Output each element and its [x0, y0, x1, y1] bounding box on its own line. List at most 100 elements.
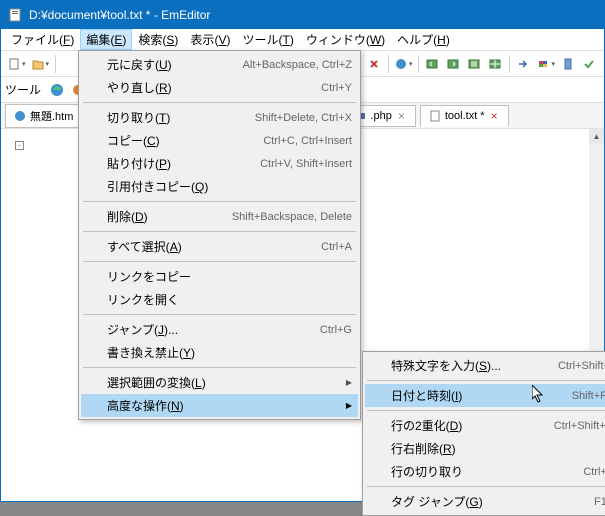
- menu-item-label: 切り取り(T): [107, 109, 235, 126]
- menu-item-label: ジャンプ(J)...: [107, 321, 300, 338]
- toolbar-separator: [509, 55, 510, 73]
- menu-shortcut: Ctrl+L: [583, 466, 605, 478]
- menu-item[interactable]: 削除(D) Shift+Backspace, Delete: [81, 205, 358, 228]
- menu-separator: [367, 486, 605, 487]
- app-icon: [7, 7, 23, 23]
- menu-item-label: コピー(C): [107, 132, 243, 149]
- menu-item[interactable]: 選択範囲の変換(L): [81, 371, 358, 394]
- ie-button[interactable]: [392, 54, 415, 74]
- menu-search[interactable]: 検索(S): [132, 29, 184, 50]
- new-file-button[interactable]: [5, 54, 28, 74]
- menu-item-label: 行の2重化(D): [391, 417, 534, 434]
- menu-shortcut: Shift+Delete, Ctrl+X: [255, 112, 352, 124]
- palette-button[interactable]: [534, 54, 557, 74]
- tab-tool[interactable]: tool.txt * ×: [420, 105, 509, 127]
- menu-item[interactable]: 日付と時刻(I) Shift+F5: [365, 384, 605, 407]
- edge-icon[interactable]: [47, 80, 67, 100]
- menu-shortcut: Ctrl+Shift+Y: [554, 420, 605, 432]
- menu-shortcut: Ctrl+A: [321, 241, 352, 253]
- menu-item-label: すべて選択(A): [107, 238, 301, 255]
- menu-shortcut: Alt+Backspace, Ctrl+Z: [243, 59, 352, 71]
- fold-toggle[interactable]: -: [15, 141, 24, 150]
- text-file-icon: [429, 110, 441, 122]
- menu-separator: [367, 380, 605, 381]
- menu-item-label: リンクを開く: [107, 291, 352, 308]
- menubar: ファイル(F) 編集(E) 検索(S) 表示(V) ツール(T) ウィンドウ(W…: [1, 29, 604, 51]
- menu-item[interactable]: 行の2重化(D) Ctrl+Shift+Y: [365, 414, 605, 437]
- toolbar-separator: [418, 55, 419, 73]
- menu-item[interactable]: 行右削除(R): [365, 437, 605, 460]
- menu-file[interactable]: ファイル(F): [5, 29, 80, 50]
- arrow-icon[interactable]: [513, 54, 533, 74]
- menu-item-label: 元に戻す(U): [107, 56, 223, 73]
- menu-help[interactable]: ヘルプ(H): [391, 29, 456, 50]
- e-globe-icon: [14, 110, 26, 122]
- menu-shortcut: Ctrl+Y: [321, 82, 352, 94]
- menu-shortcut: Ctrl+Shift+I: [558, 360, 605, 372]
- menu-window[interactable]: ウィンドウ(W): [300, 29, 391, 50]
- menu-edit[interactable]: 編集(E): [80, 29, 132, 50]
- menu-tools[interactable]: ツール(T): [236, 29, 299, 50]
- window-title: D:¥document¥tool.txt * - EmEditor: [29, 8, 210, 22]
- menu-item-label: 高度な操作(N): [107, 397, 352, 414]
- grid-icon[interactable]: [485, 54, 505, 74]
- menu-item[interactable]: リンクをコピー: [81, 265, 358, 288]
- menu-item[interactable]: 行の切り取り Ctrl+L: [365, 460, 605, 483]
- titlebar[interactable]: D:¥document¥tool.txt * - EmEditor: [1, 1, 604, 29]
- tab-untitled[interactable]: 無題.htm: [5, 104, 82, 128]
- menu-shortcut: Ctrl+V, Shift+Insert: [260, 158, 352, 170]
- menu-separator: [83, 231, 356, 232]
- menu-item-label: 貼り付け(P): [107, 155, 240, 172]
- menu-shortcut: Shift+F5: [572, 390, 605, 402]
- advanced-submenu: 特殊文字を入力(S)... Ctrl+Shift+I 日付と時刻(I) Shift+F…: [362, 351, 605, 516]
- menu-separator: [83, 201, 356, 202]
- toolbar-separator: [388, 55, 389, 73]
- menu-item[interactable]: 高度な操作(N): [81, 394, 358, 417]
- tools-label: ツール: [5, 81, 41, 98]
- menu-item[interactable]: ジャンプ(J)... Ctrl+G: [81, 318, 358, 341]
- menu-item-label: 行右削除(R): [391, 440, 605, 457]
- menu-item-label: 書き換え禁止(Y): [107, 344, 352, 361]
- edit-menu-dropdown: 元に戻す(U) Alt+Backspace, Ctrl+Z やり直し(R) Ctrl+…: [78, 50, 361, 420]
- menu-item[interactable]: 切り取り(T) Shift+Delete, Ctrl+X: [81, 106, 358, 129]
- menu-item-label: 引用付きコピー(Q): [107, 178, 352, 195]
- check-button[interactable]: [579, 54, 599, 74]
- menu-item-label: リンクをコピー: [107, 268, 352, 285]
- menu-separator: [83, 102, 356, 103]
- menu-item[interactable]: 貼り付け(P) Ctrl+V, Shift+Insert: [81, 152, 358, 175]
- menu-shortcut: Shift+Backspace, Delete: [232, 211, 352, 223]
- menu-item[interactable]: コピー(C) Ctrl+C, Ctrl+Insert: [81, 129, 358, 152]
- menu-separator: [367, 410, 605, 411]
- menu-item-label: やり直し(R): [107, 79, 301, 96]
- tab-label: tool.txt *: [445, 110, 485, 122]
- tool-icon-2[interactable]: [558, 54, 578, 74]
- menu-item[interactable]: 特殊文字を入力(S)... Ctrl+Shift+I: [365, 354, 605, 377]
- menu-item-label: 行の切り取り: [391, 463, 563, 480]
- menu-item-label: 特殊文字を入力(S)...: [391, 357, 538, 374]
- menu-item-label: 日付と時刻(I): [391, 387, 552, 404]
- menu-item[interactable]: やり直し(R) Ctrl+Y: [81, 76, 358, 99]
- tab-label: .php: [370, 110, 391, 122]
- menu-view[interactable]: 表示(V): [184, 29, 236, 50]
- scroll-up-button[interactable]: ▲: [589, 129, 604, 144]
- nav-right-button[interactable]: [443, 54, 463, 74]
- cancel-button[interactable]: [364, 54, 384, 74]
- menu-separator: [83, 261, 356, 262]
- menu-item[interactable]: 元に戻す(U) Alt+Backspace, Ctrl+Z: [81, 53, 358, 76]
- menu-shortcut: Ctrl+G: [320, 324, 352, 336]
- tab-close-button[interactable]: ×: [489, 109, 500, 123]
- menu-item[interactable]: 引用付きコピー(Q): [81, 175, 358, 198]
- menu-shortcut: Ctrl+C, Ctrl+Insert: [263, 135, 352, 147]
- nav-left-button[interactable]: [422, 54, 442, 74]
- tab-label: 無題.htm: [30, 108, 73, 124]
- menu-separator: [83, 367, 356, 368]
- menu-item-label: 選択範囲の変換(L): [107, 374, 352, 391]
- open-file-button[interactable]: [29, 54, 52, 74]
- menu-item[interactable]: すべて選択(A) Ctrl+A: [81, 235, 358, 258]
- toolbar-separator: [55, 55, 56, 73]
- list-icon[interactable]: [464, 54, 484, 74]
- menu-item[interactable]: リンクを開く: [81, 288, 358, 311]
- menu-item[interactable]: 書き換え禁止(Y): [81, 341, 358, 364]
- menu-item-label: 削除(D): [107, 208, 212, 225]
- tab-close-button[interactable]: ×: [396, 109, 407, 123]
